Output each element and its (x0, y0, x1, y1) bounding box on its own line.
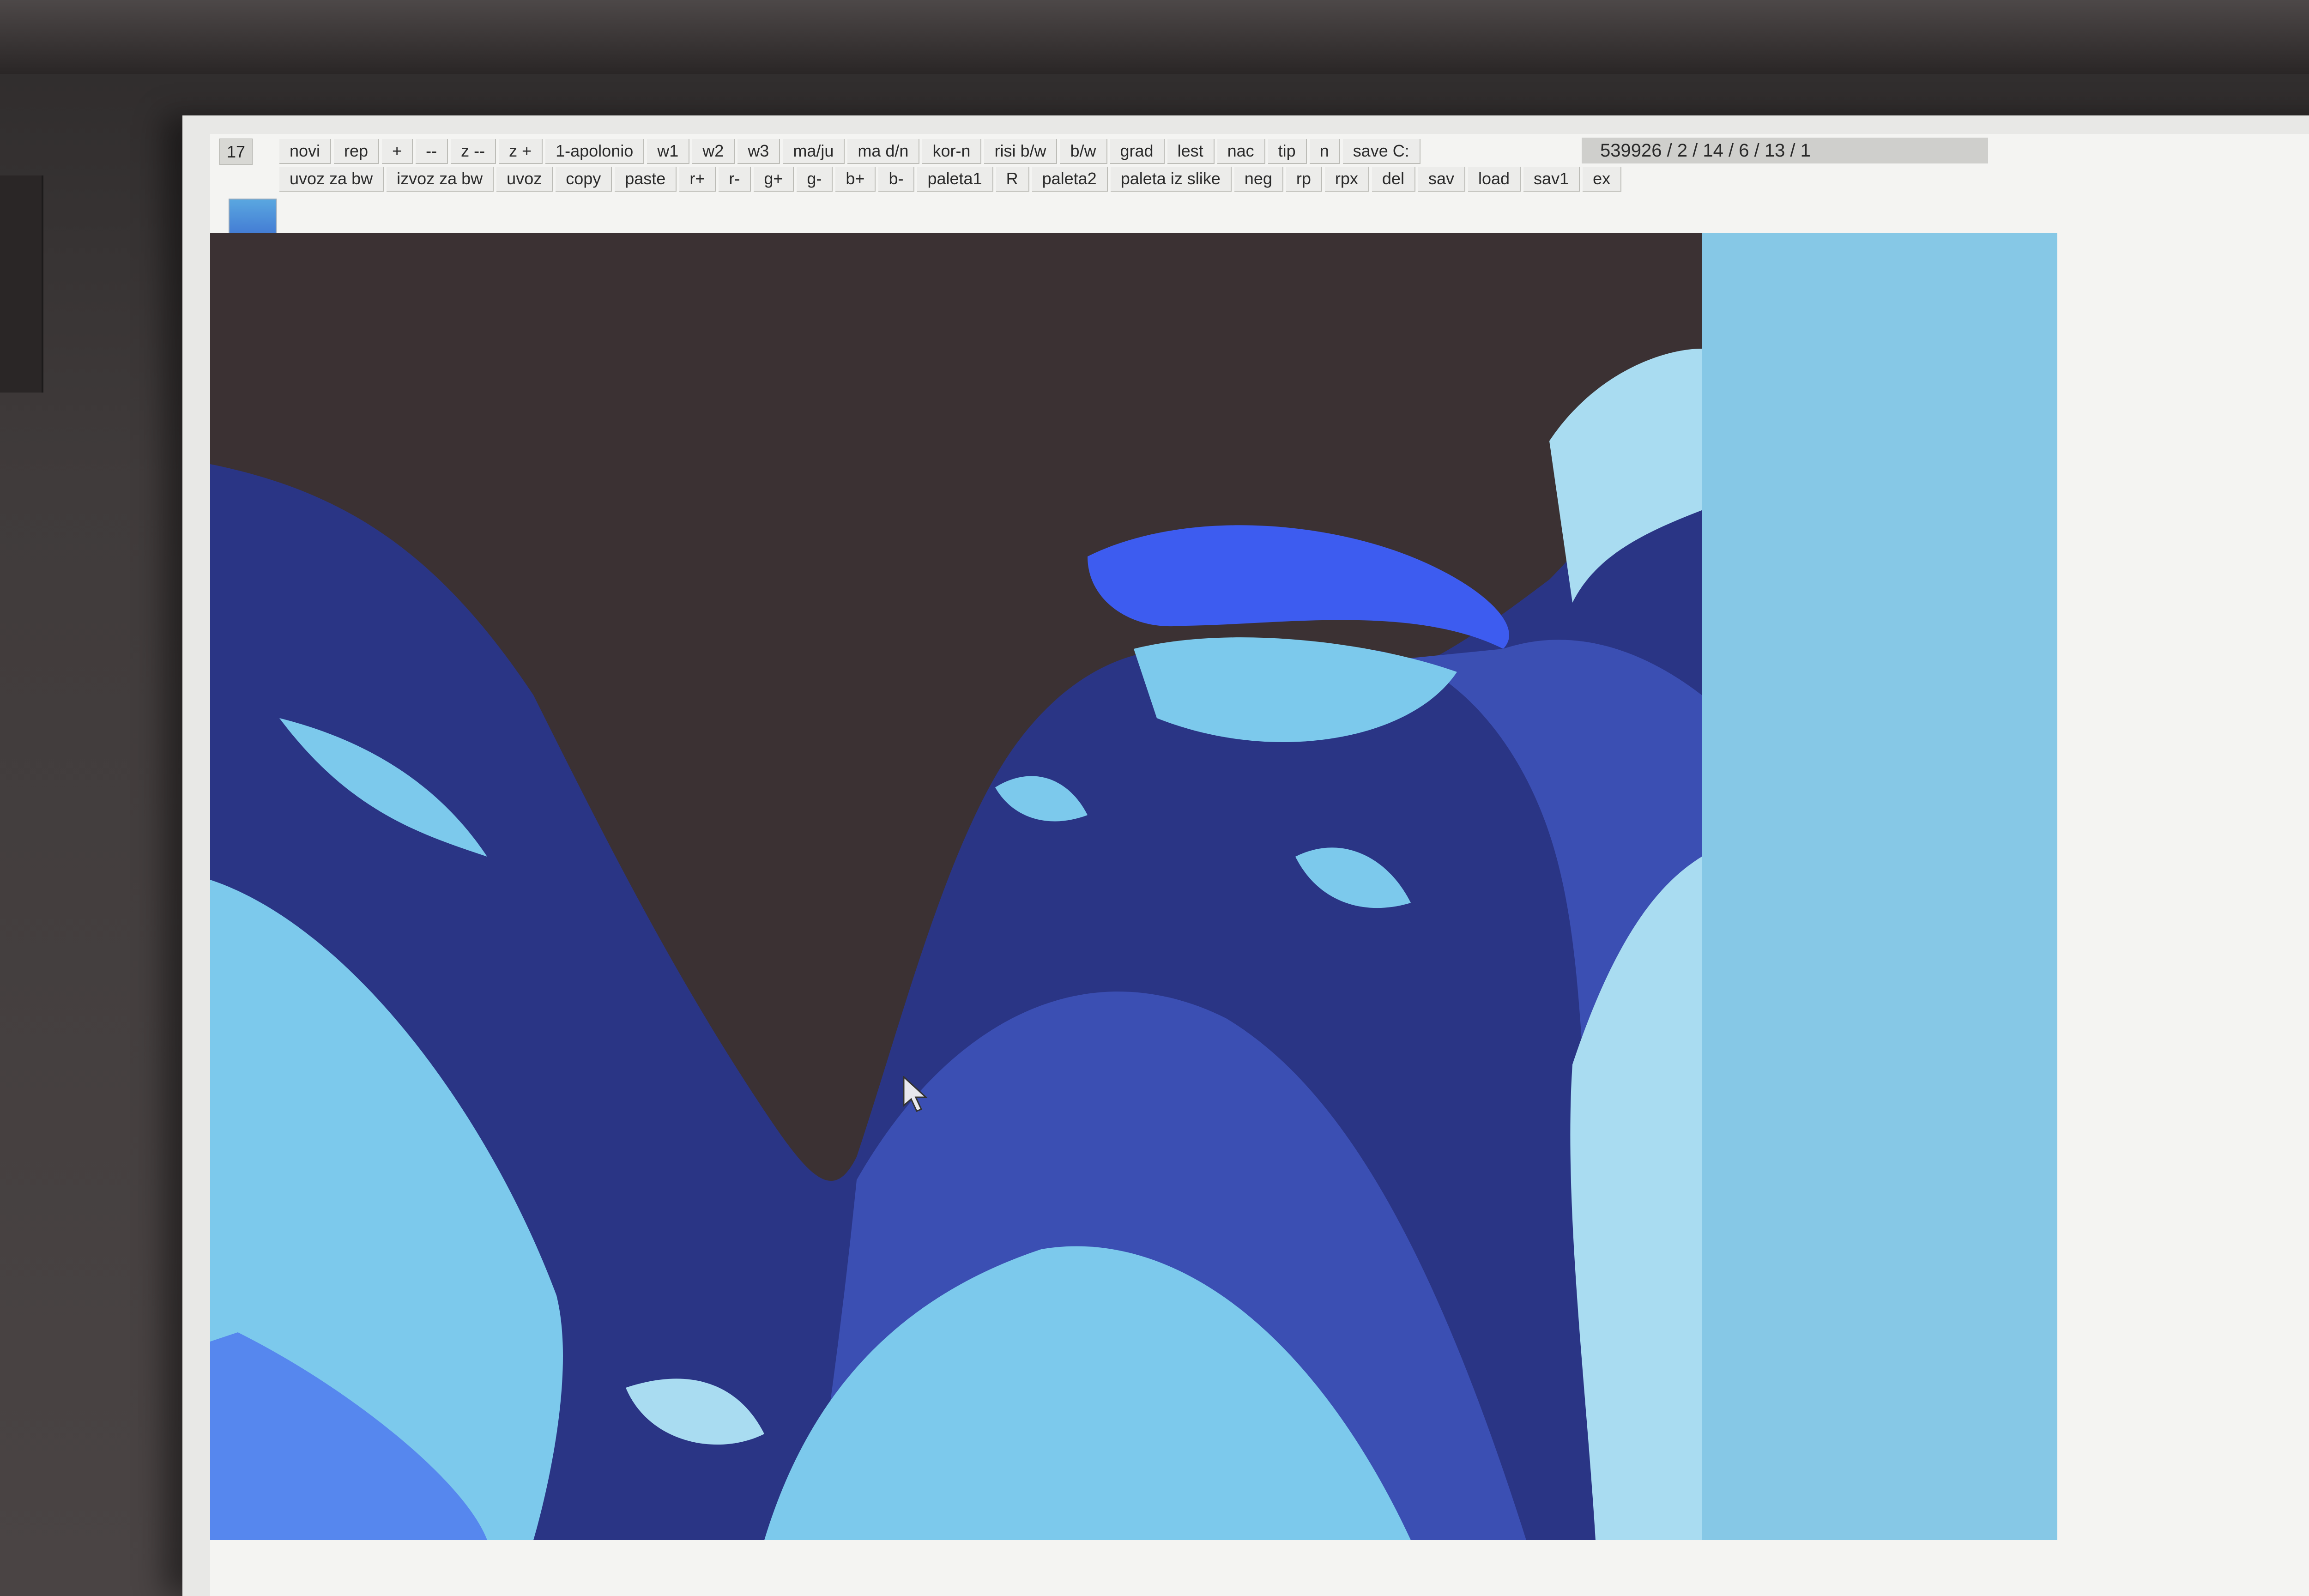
neg-button[interactable]: neg (1234, 167, 1283, 192)
paste-button[interactable]: paste (615, 167, 677, 192)
kor-n-button[interactable]: kor-n (922, 139, 982, 164)
w1-button[interactable]: w1 (647, 139, 690, 164)
rpx-button[interactable]: rpx (1324, 167, 1369, 192)
uvoz-button[interactable]: uvoz (496, 167, 553, 192)
plus-button[interactable]: + (382, 139, 413, 164)
side-fill (1702, 233, 2057, 1540)
iteration-counter: 17 (219, 139, 253, 165)
room-ceiling (0, 0, 2309, 74)
sav1-button[interactable]: sav1 (1523, 167, 1580, 192)
red-plus-button[interactable]: r+ (679, 167, 716, 192)
toolbar-row-2: uvoz za bw izvoz za bw uvoz copy paste r… (279, 166, 1624, 192)
arrow-cursor-icon (903, 1076, 928, 1112)
paleta-iz-slike-button[interactable]: paleta iz slike (1110, 167, 1232, 192)
app-window: 17 novi rep + -- z -- z + 1-apolonio w1 … (210, 134, 2309, 1596)
blue-minus-button[interactable]: b- (878, 167, 915, 192)
projection-screen: 17 novi rep + -- z -- z + 1-apolonio w1 … (182, 115, 2309, 1596)
copy-button[interactable]: copy (556, 167, 612, 192)
lest-button[interactable]: lest (1167, 139, 1215, 164)
del-button[interactable]: del (1372, 167, 1415, 192)
ma-dn-button[interactable]: ma d/n (847, 139, 920, 164)
paleta2-button[interactable]: paleta2 (1032, 167, 1108, 192)
grad-button[interactable]: grad (1110, 139, 1165, 164)
r-button[interactable]: R (996, 167, 1029, 192)
rp-button[interactable]: rp (1286, 167, 1322, 192)
n-button[interactable]: n (1309, 139, 1340, 164)
coordinate-readout: 539926 / 2 / 14 / 6 / 13 / 1 (1582, 138, 1988, 163)
ex-button[interactable]: ex (1583, 167, 1622, 192)
wall-panel (0, 175, 43, 393)
ma-ju-button[interactable]: ma/ju (783, 139, 845, 164)
green-minus-button[interactable]: g- (797, 167, 833, 192)
w3-button[interactable]: w3 (737, 139, 780, 164)
zoom-out-button[interactable]: z -- (451, 139, 496, 164)
nac-button[interactable]: nac (1217, 139, 1265, 164)
sav-button[interactable]: sav (1418, 167, 1465, 192)
risi-bw-button[interactable]: risi b/w (984, 139, 1058, 164)
paleta1-button[interactable]: paleta1 (917, 167, 993, 192)
izvoz-za-bw-button[interactable]: izvoz za bw (387, 167, 494, 192)
novi-button[interactable]: novi (279, 139, 332, 164)
uvoz-za-bw-button[interactable]: uvoz za bw (279, 167, 384, 192)
zoom-in-button[interactable]: z + (499, 139, 543, 164)
minus-button[interactable]: -- (416, 139, 448, 164)
green-plus-button[interactable]: g+ (754, 167, 794, 192)
tip-button[interactable]: tip (1268, 139, 1307, 164)
w2-button[interactable]: w2 (692, 139, 735, 164)
bw-button[interactable]: b/w (1060, 139, 1107, 164)
apolonio-button[interactable]: 1-apolonio (545, 139, 645, 164)
toolbar-row-1: novi rep + -- z -- z + 1-apolonio w1 w2 … (279, 139, 1423, 164)
red-minus-button[interactable]: r- (719, 167, 751, 192)
blue-plus-button[interactable]: b+ (835, 167, 876, 192)
rep-button[interactable]: rep (334, 139, 380, 164)
load-button[interactable]: load (1468, 167, 1521, 192)
save-c-button[interactable]: save C: (1342, 139, 1420, 164)
fractal-canvas[interactable] (210, 233, 2057, 1540)
